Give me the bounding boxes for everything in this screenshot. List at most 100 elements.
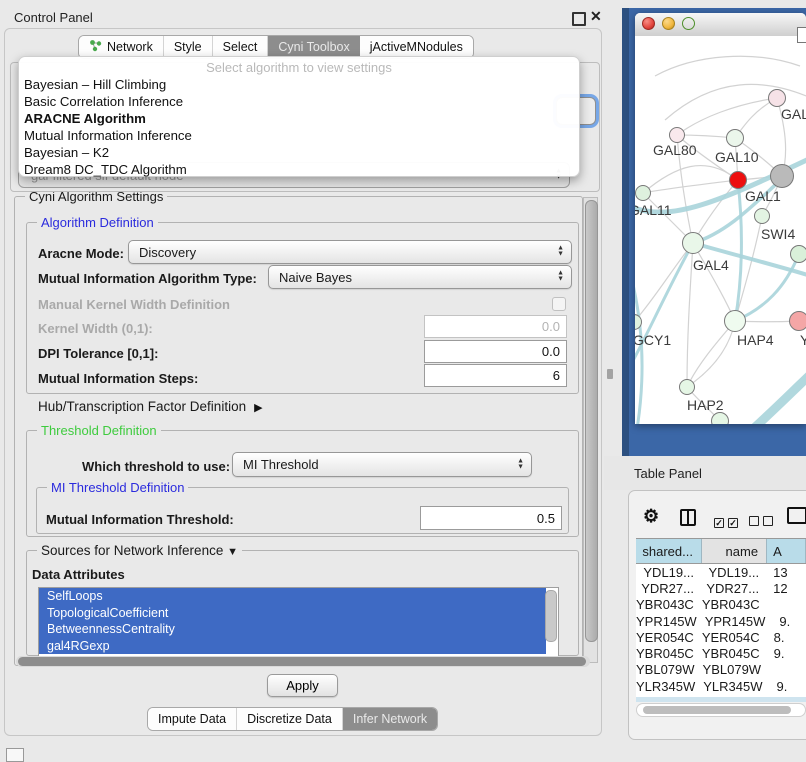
attribute-list-item[interactable]: SelfLoops: [39, 588, 546, 605]
float-window-icon[interactable]: [572, 12, 586, 26]
algorithm-option[interactable]: Dream8 DC_TDC Algorithm: [19, 161, 579, 178]
network-node-hap4[interactable]: [724, 310, 746, 332]
zoom-traffic-light[interactable]: [682, 17, 695, 30]
tab-select[interactable]: Select: [213, 36, 269, 58]
table-cell[interactable]: YLR345W: [703, 678, 770, 694]
table-cell[interactable]: [768, 597, 806, 613]
network-node-y[interactable]: [789, 311, 806, 331]
hub-section-toggle[interactable]: Hub/Transcription Factor Definition▶: [38, 399, 263, 414]
which-threshold-combo[interactable]: MI Threshold ▲▼: [232, 452, 532, 477]
table-cell[interactable]: YER054C: [636, 629, 702, 645]
network-canvas[interactable]: GALGAL80GAL10GAL1GAL11GAL4SWI4GCY1HAP4YH…: [635, 36, 806, 424]
algorithm-option[interactable]: Bayesian – K2: [19, 144, 579, 161]
table-cell[interactable]: 12: [767, 580, 806, 596]
table-cell[interactable]: YDL19...: [636, 564, 702, 580]
table-cell[interactable]: YBL079W: [636, 662, 703, 678]
tab-network[interactable]: Network: [79, 36, 164, 58]
table-row[interactable]: YBL079WYBL079W: [636, 662, 806, 678]
scrollbar-thumb[interactable]: [643, 706, 791, 714]
dpi-tolerance-field[interactable]: 0.0: [424, 340, 567, 363]
columns-icon[interactable]: [680, 509, 696, 526]
table-cell[interactable]: 8.: [768, 629, 806, 645]
table-cell[interactable]: YPR145W: [636, 613, 705, 629]
minimize-traffic-light[interactable]: [662, 17, 675, 30]
network-node[interactable]: [711, 412, 729, 424]
network-node-gal10[interactable]: [726, 129, 744, 147]
split-pane-handle[interactable]: [607, 369, 613, 379]
select-all-checkboxes-icon[interactable]: ✓✓: [714, 513, 742, 531]
algorithm-option[interactable]: ARACNE Algorithm: [19, 110, 579, 127]
network-node-gal4[interactable]: [682, 232, 704, 254]
settings-vertical-scrollbar[interactable]: [583, 197, 598, 663]
kernel-width-field[interactable]: 0.0: [424, 315, 567, 338]
table-row[interactable]: YBR043CYBR043C: [636, 597, 806, 613]
table-cell[interactable]: YLR345W: [636, 678, 703, 694]
network-tool-box[interactable]: [797, 27, 806, 43]
column-header-name[interactable]: name: [702, 539, 767, 563]
network-node-hap2[interactable]: [679, 379, 695, 395]
apply-button[interactable]: Apply: [267, 674, 338, 697]
attribute-list-item[interactable]: TopologicalCoefficient: [39, 605, 546, 622]
gear-icon[interactable]: ⚙: [643, 506, 659, 527]
table-row[interactable]: YBR045CYBR045C9.: [636, 645, 806, 661]
scrollbar-thumb[interactable]: [18, 657, 586, 666]
tab-cyni-toolbox[interactable]: Cyni Toolbox: [268, 36, 359, 58]
table-cell[interactable]: YDR27...: [702, 580, 767, 596]
table-cell[interactable]: 9.: [771, 678, 806, 694]
algorithm-option[interactable]: Basic Correlation Inference: [19, 93, 579, 110]
table-cell[interactable]: 9.: [768, 645, 806, 661]
table-cell[interactable]: YBR045C: [636, 645, 702, 661]
network-node[interactable]: [770, 164, 794, 188]
tab-style[interactable]: Style: [164, 36, 213, 58]
network-window-titlebar[interactable]: [635, 13, 806, 37]
table-cell[interactable]: YBR045C: [702, 645, 768, 661]
table-cell[interactable]: YDL19...: [702, 564, 767, 580]
table-row[interactable]: YER054CYER054C8.: [636, 629, 806, 645]
list-scrollbar-thumb[interactable]: [545, 590, 557, 642]
column-header-partial[interactable]: A: [767, 539, 806, 563]
table-cell[interactable]: YDR27...: [636, 580, 702, 596]
table-header[interactable]: shared... name A: [636, 538, 806, 564]
network-node-gal11[interactable]: [635, 185, 651, 201]
table-cell[interactable]: YBL079W: [703, 662, 770, 678]
algorithm-option[interactable]: Bayesian – Hill Climbing: [19, 76, 579, 93]
settings-horizontal-scrollbar[interactable]: [16, 656, 590, 667]
attribute-list-item[interactable]: BetweennessCentrality: [39, 621, 546, 638]
data-attributes-list[interactable]: SelfLoopsTopologicalCoefficientBetweenne…: [38, 587, 559, 657]
table-cell[interactable]: YER054C: [702, 629, 768, 645]
deselect-all-checkboxes-icon[interactable]: [749, 513, 777, 531]
table-row[interactable]: YPR145WYPR145W9.: [636, 613, 806, 629]
network-node-gal[interactable]: [768, 89, 786, 107]
mi-type-combo[interactable]: Naive Bayes ▲▼: [268, 265, 572, 289]
mi-threshold-field[interactable]: 0.5: [420, 506, 562, 530]
table-row[interactable]: YLR345WYLR345W9.: [636, 678, 806, 694]
tab-impute-data[interactable]: Impute Data: [148, 708, 237, 730]
table-cell[interactable]: YBR043C: [636, 597, 702, 613]
table-cell[interactable]: YBR043C: [702, 597, 768, 613]
aracne-mode-combo[interactable]: Discovery ▲▼: [128, 240, 572, 264]
column-header-shared[interactable]: shared...: [636, 539, 702, 563]
tab-discretize-data[interactable]: Discretize Data: [237, 708, 343, 730]
mi-steps-field[interactable]: 6: [424, 364, 567, 387]
close-icon[interactable]: ✕: [590, 8, 602, 25]
algorithm-option[interactable]: Mutual Information Inference: [19, 127, 579, 144]
table-cell[interactable]: 9.: [773, 613, 806, 629]
manual-kernel-checkbox[interactable]: [552, 297, 566, 311]
bottom-left-icon[interactable]: [6, 748, 24, 762]
network-node-swi4[interactable]: [754, 208, 770, 224]
table-row[interactable]: YDR27...YDR27...12: [636, 580, 806, 596]
network-node[interactable]: [790, 245, 806, 263]
table-cell[interactable]: [769, 662, 806, 678]
table-row[interactable]: YDL19...YDL19...13: [636, 564, 806, 580]
attribute-list-item[interactable]: gal4RGexp: [39, 638, 546, 655]
network-node-gal80[interactable]: [669, 127, 685, 143]
table-body[interactable]: YDL19...YDL19...13YDR27...YDR27...12YBR0…: [636, 564, 806, 699]
tab-infer-network[interactable]: Infer Network: [343, 708, 437, 730]
table-cell[interactable]: YPR145W: [705, 613, 774, 629]
node-table[interactable]: shared... name A YDL19...YDL19...13YDR27…: [636, 538, 806, 699]
table-horizontal-scrollbar[interactable]: [636, 703, 806, 717]
table-cell[interactable]: 13: [767, 564, 806, 580]
network-node-gal1[interactable]: [729, 171, 747, 189]
tab-jactivemnodules[interactable]: jActiveMNodules: [360, 36, 473, 58]
table-mode-icon[interactable]: [787, 507, 806, 524]
